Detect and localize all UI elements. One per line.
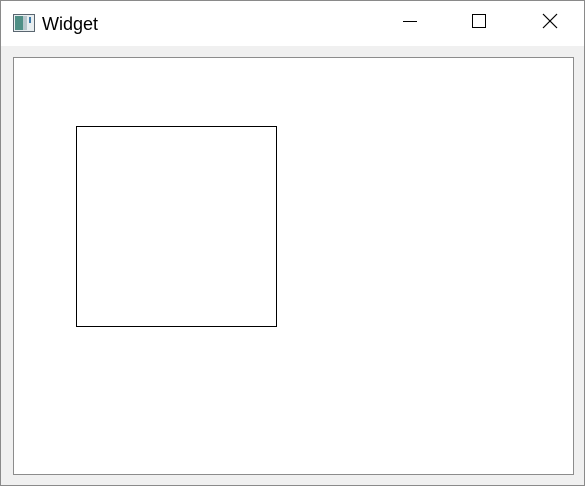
app-icon[interactable] (13, 14, 35, 32)
window-title: Widget (42, 14, 99, 34)
minimize-button[interactable] (387, 1, 433, 46)
drawn-rectangle (76, 126, 277, 327)
close-icon (542, 13, 558, 34)
widget-canvas[interactable] (13, 57, 574, 475)
title-bar[interactable]: Widget (1, 1, 584, 46)
minimize-icon (402, 13, 418, 34)
app-window: Widget (0, 0, 585, 486)
close-button[interactable] (527, 1, 573, 46)
maximize-button[interactable] (456, 1, 502, 46)
maximize-icon (471, 13, 487, 34)
